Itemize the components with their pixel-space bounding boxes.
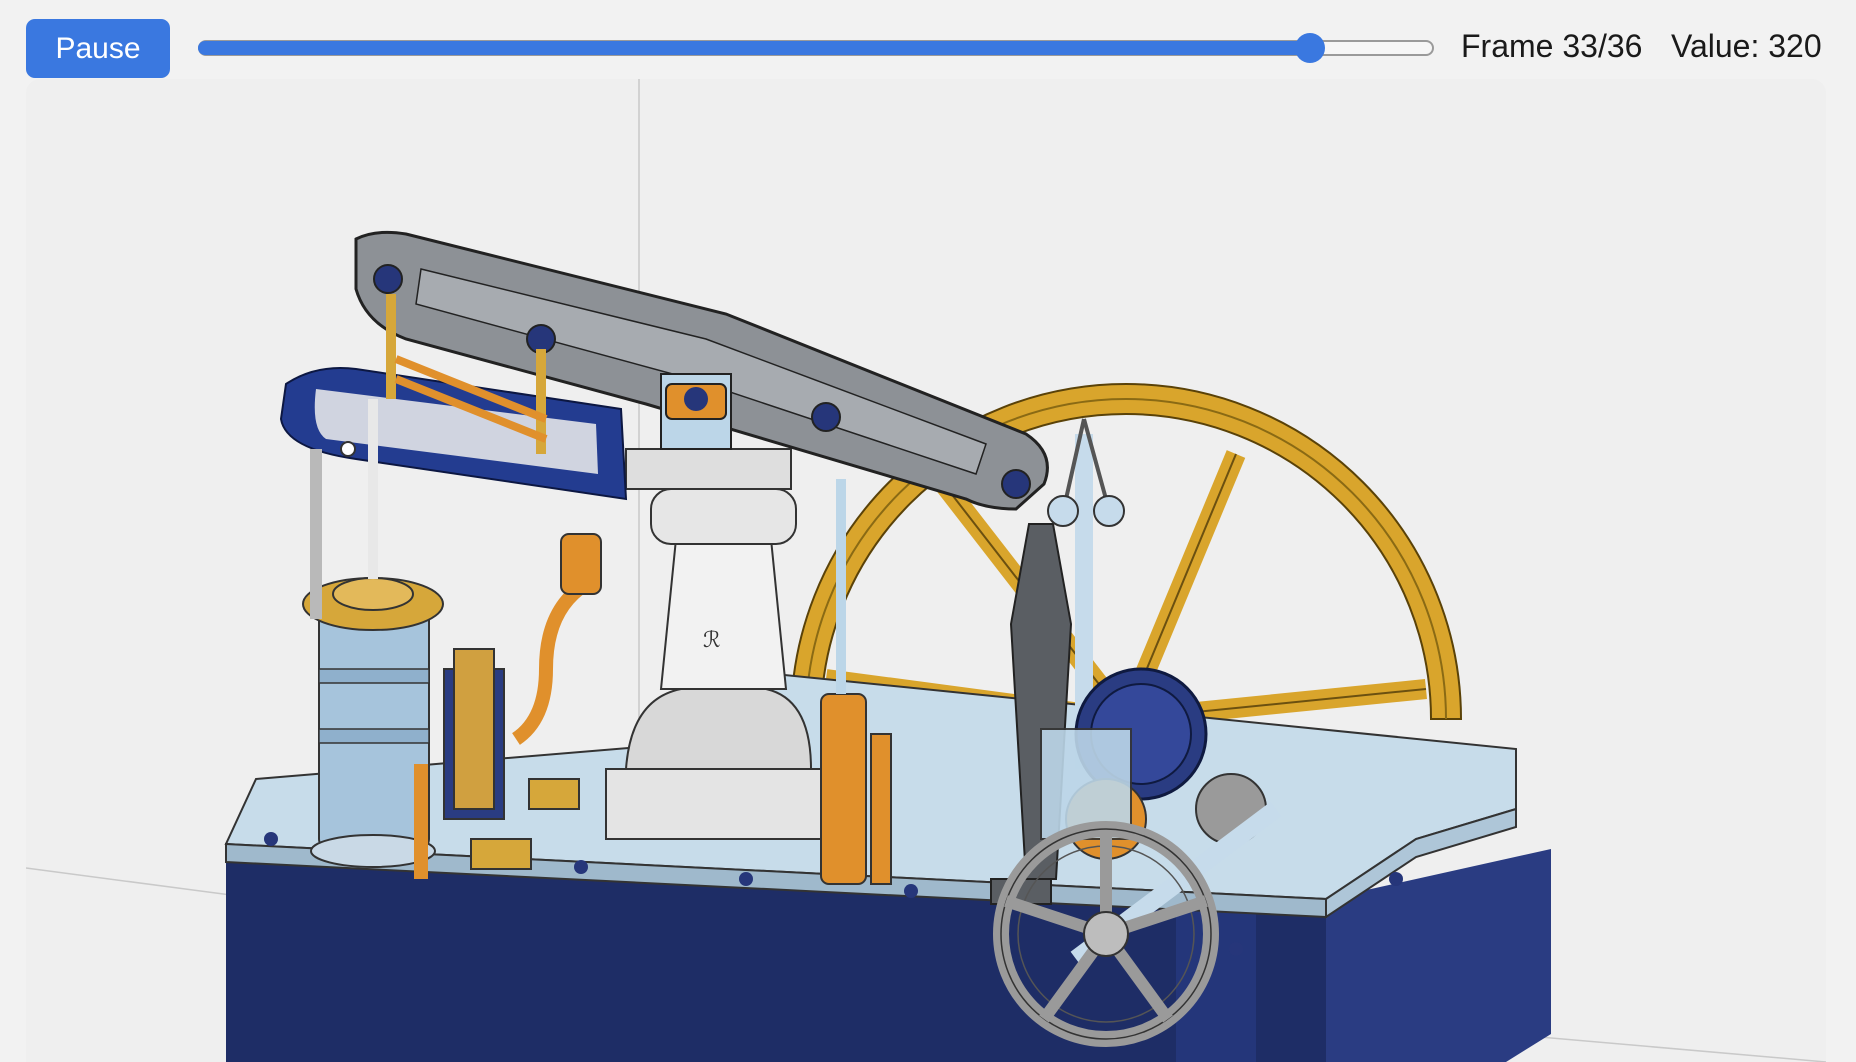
parallel-motion-frame xyxy=(279,367,628,501)
pause-button[interactable]: Pause xyxy=(26,19,170,78)
steam-engine-model: ℛ xyxy=(26,79,1826,1062)
slider-thumb[interactable] xyxy=(1295,33,1326,63)
3d-viewport[interactable]: ℛ xyxy=(26,79,1826,1062)
value-readout: Value: 320 xyxy=(1671,28,1822,64)
slider-fill xyxy=(198,41,1311,55)
scene-guide-line xyxy=(26,867,247,898)
frame-slider[interactable] xyxy=(198,33,1434,64)
frame-counter: Frame 33/36 xyxy=(1461,28,1643,64)
svg-text:ℛ: ℛ xyxy=(703,627,721,652)
scene-guide-line xyxy=(1505,1033,1826,1062)
toolbar: Pause Frame 33/36 Value: 320 xyxy=(0,0,1856,80)
